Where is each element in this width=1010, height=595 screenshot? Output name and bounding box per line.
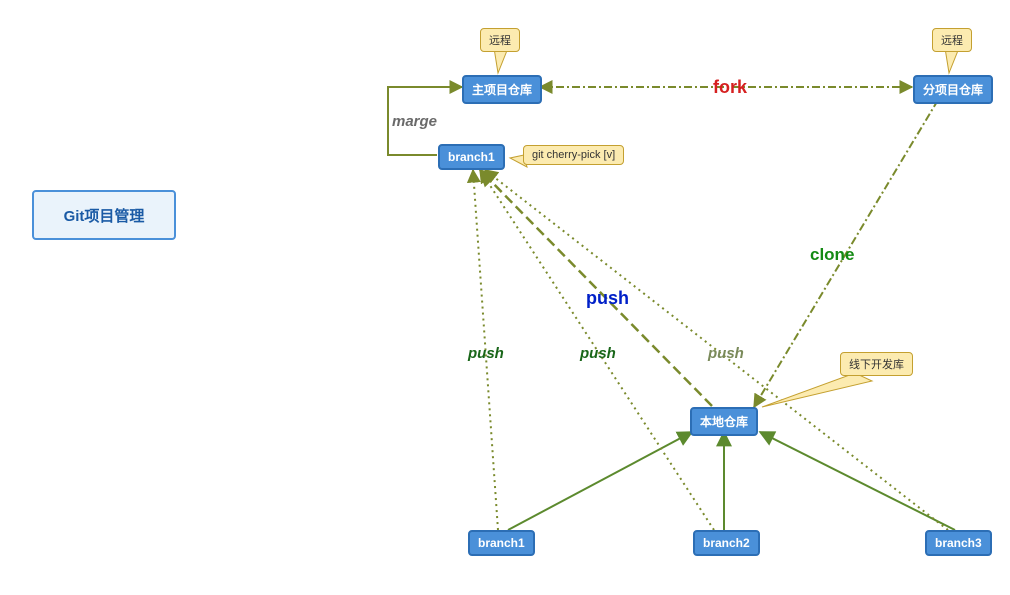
- edge-local-b3: [760, 432, 955, 530]
- label-push2: push: [580, 345, 616, 362]
- label-push3: push: [708, 345, 744, 362]
- node-sub-repo: 分项目仓库: [913, 75, 993, 104]
- callout-remote2: 远程: [932, 28, 972, 52]
- node-branch1-bottom: branch1: [468, 530, 535, 556]
- title-box: Git项目管理: [32, 190, 176, 240]
- node-main-repo: 主项目仓库: [462, 75, 542, 104]
- callout-tail-offline: [762, 373, 872, 407]
- label-marge: marge: [392, 113, 437, 130]
- node-local-repo: 本地仓库: [690, 407, 758, 436]
- callout-offline-dev: 线下开发库: [840, 352, 913, 376]
- node-branch3-bottom: branch3: [925, 530, 992, 556]
- label-clone: clone: [810, 245, 854, 265]
- node-branch1-top: branch1: [438, 144, 505, 170]
- edge-local-b1: [508, 432, 692, 530]
- callout-cherry-pick: git cherry-pick [v]: [523, 145, 624, 165]
- label-push-main: push: [586, 288, 629, 309]
- title-text: Git项目管理: [64, 205, 145, 226]
- callout-remote1: 远程: [480, 28, 520, 52]
- label-fork: fork: [713, 77, 747, 98]
- label-push1: push: [468, 345, 504, 362]
- node-branch2-bottom: branch2: [693, 530, 760, 556]
